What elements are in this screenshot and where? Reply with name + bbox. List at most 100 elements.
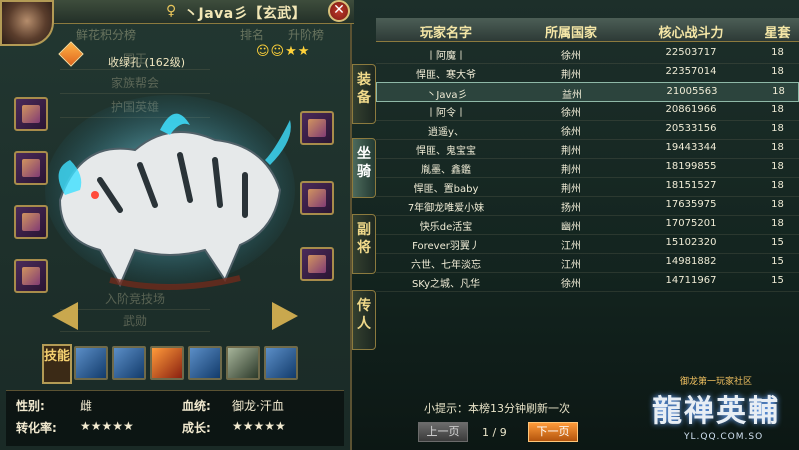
power-cell: 17635975 (665, 199, 717, 210)
ghost-header-1: 鲜花积分榜 (76, 28, 137, 42)
gender-label: 性别: (16, 399, 45, 413)
ghost-item: 国王 (60, 50, 210, 70)
star-cell: 15 (771, 275, 784, 286)
skill-icon[interactable] (74, 346, 108, 380)
star-cell: 18 (771, 180, 784, 191)
tab-deputy[interactable]: 副将 (352, 214, 376, 274)
growth-value: ★★★★★ (232, 419, 286, 433)
skill-icon[interactable] (188, 346, 222, 380)
power-cell: 18151527 (665, 180, 717, 191)
country-cell: 荆州 (561, 70, 581, 81)
mount-tiger-image (45, 95, 295, 290)
country-cell: 扬州 (561, 203, 581, 214)
next-mount-arrow-icon[interactable] (272, 302, 298, 330)
table-row[interactable]: 悍匪、鬼宝宝 荆州 19443344 18 (376, 139, 799, 159)
player-name-cell: 六世、七年淡忘 (411, 260, 481, 271)
bloodline-label: 血统: (182, 399, 211, 413)
equipment-slot-left-3[interactable] (14, 205, 48, 239)
star-cell: 15 (771, 237, 784, 248)
previous-mount-arrow-icon[interactable] (52, 302, 78, 330)
skill-icon[interactable] (226, 346, 260, 380)
skills-label: 技能 (42, 344, 72, 384)
player-name-cell: 丨阿魔丨 (426, 51, 466, 62)
power-cell: 14981882 (665, 256, 717, 267)
player-name-cell: SKy之城、凡华 (411, 279, 481, 290)
star-cell: 18 (771, 161, 784, 172)
close-button[interactable]: ✕ (328, 0, 350, 22)
equipment-slot-left-4[interactable] (14, 259, 48, 293)
power-cell: 19443344 (665, 142, 717, 153)
country-cell: 徐州 (561, 51, 581, 62)
table-row[interactable]: Forever羽翼丿 江州 15102320 15 (376, 234, 799, 254)
table-row[interactable]: 胤墨、鑫鑑 荆州 18199855 18 (376, 158, 799, 178)
previous-page-button[interactable]: 上一页 (418, 422, 468, 442)
power-cell: 17075201 (665, 218, 717, 229)
player-name-cell: 快乐de活宝 (419, 222, 473, 233)
column-header-name[interactable]: 玩家名字 (376, 22, 516, 41)
star-cell: 18 (772, 86, 785, 97)
column-header-power[interactable]: 核心战斗力 (626, 22, 756, 41)
player-name-cell: 丨阿令丨 (426, 108, 466, 119)
country-cell: 徐州 (561, 108, 581, 119)
game-logo: 御龙第一玩家社区 龍禅英輔 YL.QQ.COM.SO (648, 372, 798, 450)
equipment-slot-right-3[interactable] (300, 247, 334, 281)
panel-title-bar: ♀ 丶Java彡【玄武】 (54, 0, 354, 24)
equipment-slot-right-2[interactable] (300, 181, 334, 215)
table-row[interactable]: 7年御龙唯爱小妹 扬州 17635975 18 (376, 196, 799, 216)
power-cell: 22357014 (665, 66, 717, 77)
power-cell: 21005563 (666, 86, 718, 97)
star-cell: 18 (771, 218, 784, 229)
table-row[interactable]: 丨阿魔丨 徐州 22503717 18 (376, 44, 799, 64)
player-name-cell: Forever羽翼丿 (412, 241, 480, 252)
tab-mount[interactable]: 坐骑 (352, 138, 376, 198)
star-cell: 18 (771, 104, 784, 115)
table-row[interactable]: 快乐de活宝 幽州 17075201 18 (376, 215, 799, 235)
star-cell: 18 (771, 123, 784, 134)
star-cell: 18 (771, 66, 784, 77)
table-row[interactable]: 六世、七年淡忘 江州 14981882 15 (376, 253, 799, 273)
player-name-cell: 7年御龙唯爱小妹 (407, 203, 485, 214)
mount-stats-box: 性别: 雌 血统: 御龙·汗血 转化率: ★★★★★ 成长: ★★★★★ (6, 390, 344, 446)
player-name-cell: 悍匪、寒大爷 (416, 70, 476, 81)
skill-icon[interactable] (112, 346, 146, 380)
logo-title: 龍禅英輔 (652, 394, 780, 429)
skill-icon[interactable] (150, 346, 184, 380)
column-header-country[interactable]: 所属国家 (516, 22, 626, 41)
player-name-cell: 胤墨、鑫鑑 (421, 165, 471, 176)
table-row[interactable]: 丨阿令丨 徐州 20861966 18 (376, 101, 799, 121)
power-cell: 20533156 (665, 123, 717, 134)
power-cell: 14711967 (665, 275, 717, 286)
skill-icon[interactable] (264, 346, 298, 380)
table-row[interactable]: SKy之城、凡华 徐州 14711967 15 (376, 272, 799, 292)
country-cell: 荆州 (561, 146, 581, 157)
mount-star-rating: ☺☺★★ (256, 44, 311, 59)
star-cell: 15 (771, 256, 784, 267)
logo-url: YL.QQ.COM.SO (684, 432, 764, 442)
equipment-slot-left-1[interactable] (14, 97, 48, 131)
country-cell: 徐州 (561, 279, 581, 290)
star-cell: 18 (771, 199, 784, 210)
rank-table-header: 玩家名字 所属国家 核心战斗力 星套 (376, 18, 799, 42)
equipment-slot-right-1[interactable] (300, 111, 334, 145)
panel-title: 丶Java彡【玄武】 (184, 6, 307, 22)
country-cell: 徐州 (561, 127, 581, 138)
table-row[interactable]: 悍匪、置baby 荆州 18151527 18 (376, 177, 799, 197)
power-cell: 22503717 (665, 47, 717, 58)
refresh-tip: 小提示：本榜13分钟刷新一次 (424, 402, 570, 415)
tab-equipment[interactable]: 装备 (352, 64, 376, 124)
bloodline-value: 御龙·汗血 (232, 399, 284, 413)
next-page-button[interactable]: 下一页 (528, 422, 578, 442)
column-header-star[interactable]: 星套 (756, 22, 799, 41)
ghost-item: 武勋 (60, 312, 210, 332)
player-name-cell: 丶Java彡 (426, 90, 468, 101)
power-cell: 20861966 (665, 104, 717, 115)
table-row[interactable]: 丶Java彡 益州 21005563 18 (376, 82, 799, 102)
table-row[interactable]: 悍匪、寒大爷 荆州 22357014 18 (376, 63, 799, 83)
equipment-slot-left-2[interactable] (14, 151, 48, 185)
power-cell: 18199855 (665, 161, 717, 172)
table-row[interactable]: 逍遥y、 徐州 20533156 18 (376, 120, 799, 140)
player-avatar[interactable] (0, 0, 54, 46)
tab-apprentice[interactable]: 传人 (352, 290, 376, 350)
title-emblem-icon: ♀ (166, 3, 177, 19)
star-cell: 18 (771, 47, 784, 58)
